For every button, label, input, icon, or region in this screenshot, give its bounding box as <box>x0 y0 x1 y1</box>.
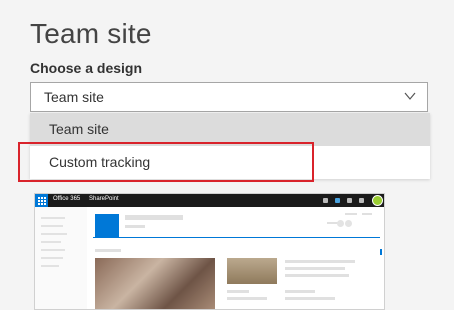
design-select-value: Team site <box>44 89 104 105</box>
news-image <box>227 258 277 284</box>
page-title: Team site <box>30 18 152 49</box>
left-nav-placeholder <box>35 207 87 309</box>
design-preview: Office 365 SharePoint <box>34 193 385 310</box>
app-name: Office 365 <box>53 196 81 202</box>
design-label: Choose a design <box>30 60 143 76</box>
waffle-icon <box>35 194 48 207</box>
notification-icon <box>323 198 328 203</box>
help-icon <box>359 198 364 203</box>
design-select[interactable]: Team site <box>30 82 428 112</box>
option-label: Team site <box>49 121 109 137</box>
product-name: SharePoint <box>89 196 119 202</box>
hero-image <box>95 258 215 309</box>
settings-icon <box>335 198 340 203</box>
gear-icon <box>347 198 352 203</box>
chevron-down-icon[interactable] <box>403 89 417 103</box>
highlight-box <box>18 142 314 182</box>
avatar-icon <box>372 195 383 206</box>
site-logo <box>95 214 119 238</box>
suite-bar: Office 365 SharePoint <box>35 194 384 207</box>
header-divider <box>93 237 380 238</box>
